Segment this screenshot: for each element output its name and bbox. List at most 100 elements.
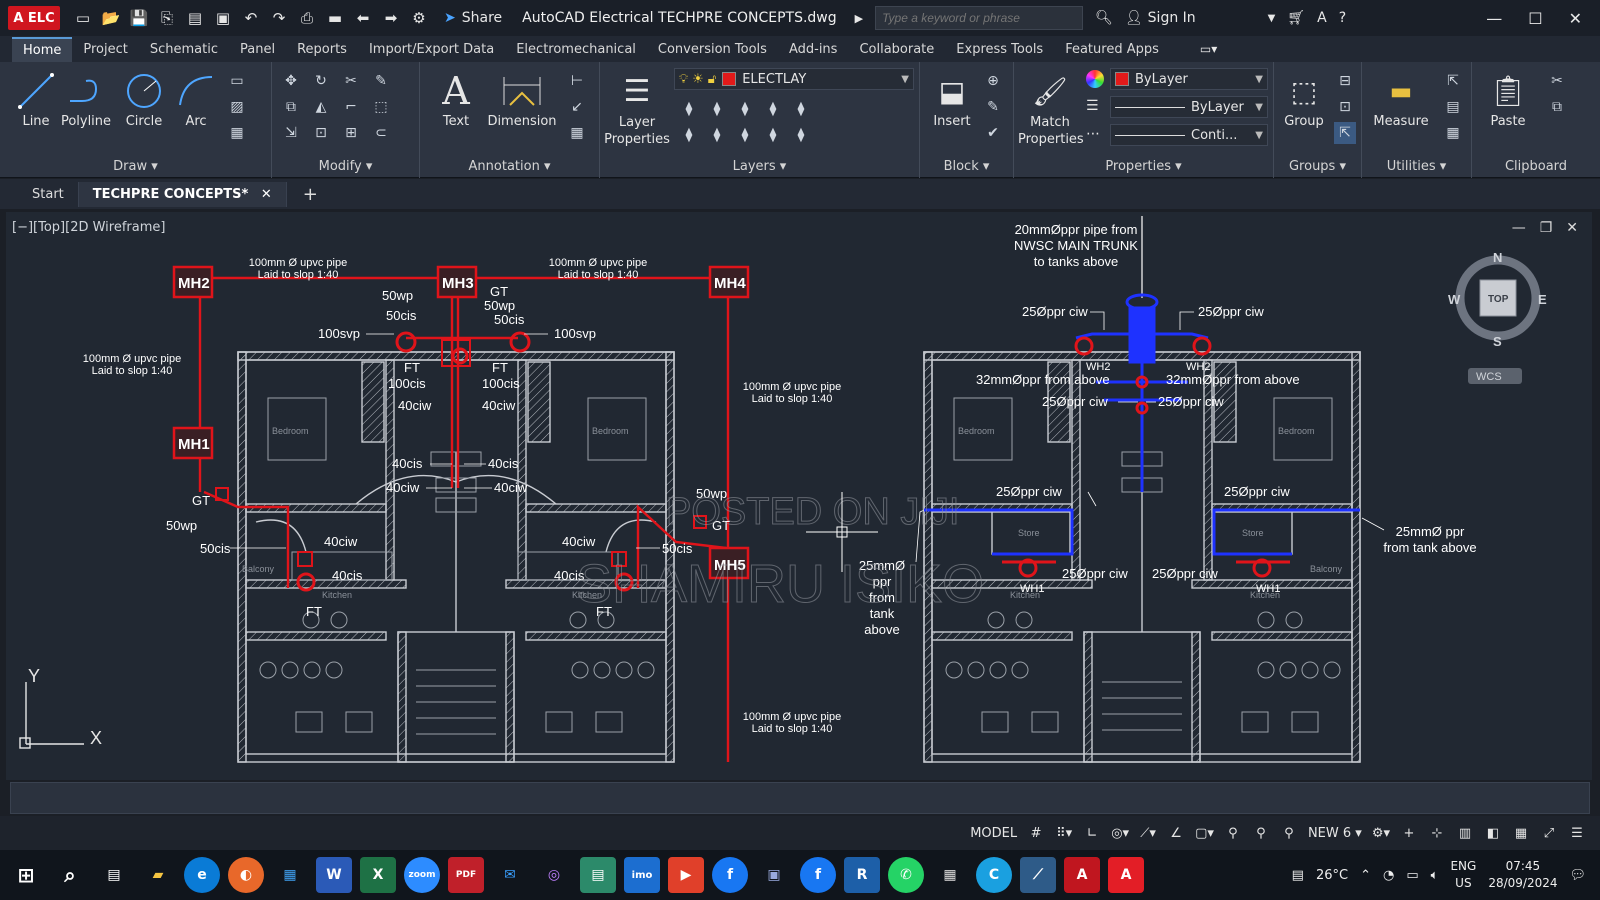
tab-add-ins[interactable]: Add-ins [778,38,848,61]
annotation-panel-title[interactable]: Annotation ▾ [420,159,599,174]
tab-collaborate[interactable]: Collaborate [848,38,945,61]
notifications-icon[interactable]: 💬︎ [1569,868,1586,883]
layers-panel-title[interactable]: Layers ▾ [600,159,919,174]
manhole-mh3[interactable]: MH3 [436,265,478,299]
groups-panel-title[interactable]: Groups ▾ [1274,159,1361,174]
linear-dim-icon[interactable]: ⊢ [566,70,588,92]
linetype-icon[interactable]: ⋯ [1086,126,1100,142]
network-app-icon[interactable]: ▣ [756,857,792,893]
mirror-icon[interactable]: ◭ [310,96,332,118]
dimension-button[interactable]: Dimension [482,68,562,129]
tab-home[interactable]: Home [12,36,73,62]
erase-icon[interactable]: ✎ [370,70,392,92]
match-properties-button[interactable]: 🖌︎ Match Properties [1018,68,1084,148]
ribbon-toggle-icon[interactable]: ▭▾ [1200,42,1217,56]
block-attr-icon[interactable]: ✔ [982,122,1004,144]
explode-icon[interactable]: ⬚ [370,96,392,118]
manhole-mh1[interactable]: MH1 [172,426,214,460]
drawing-canvas[interactable]: [−][Top][2D Wireframe] — ❐ ✕ Bedroom Bed… [6,212,1592,780]
help-icon[interactable]: ? [1339,10,1346,26]
command-line[interactable] [10,782,1590,814]
utilities-panel-title[interactable]: Utilities ▾ [1362,159,1471,174]
offset-icon[interactable]: ⊂ [370,122,392,144]
minimize-icon[interactable]: — [1486,9,1502,28]
game-icon[interactable]: ◎ [536,857,572,893]
annotation-scale-icon[interactable]: ⚲ [1280,826,1298,841]
viewcube-top-face[interactable]: TOP [1488,294,1509,305]
chevron-down-icon[interactable]: ▼ [1268,13,1276,24]
whatsapp-icon[interactable]: ✆ [888,857,924,893]
tab-import-export[interactable]: Import/Export Data [358,38,505,61]
close-tab-icon[interactable]: ✕ [261,187,272,202]
firefox-icon[interactable]: ◐ [228,857,264,893]
windows-start-icon[interactable]: ⊞ [8,857,44,893]
tab-panel[interactable]: Panel [229,38,286,61]
redo-icon[interactable]: ↷ [268,7,290,29]
tab-express-tools[interactable]: Express Tools [945,38,1054,61]
tab-project[interactable]: Project [72,38,138,61]
copy-icon[interactable]: ⧉ [280,96,302,118]
wcs-menu[interactable]: WCS [1476,371,1502,383]
customize-icon[interactable]: ☰ [1568,826,1586,841]
trim-icon[interactable]: ✂ [340,70,362,92]
arrow-right-icon[interactable]: ▶ [855,12,863,25]
store-icon[interactable]: ▦ [272,857,308,893]
calculator-taskbar-icon[interactable]: ▦ [932,857,968,893]
folder-icon[interactable]: ▬ [324,7,346,29]
edge-icon[interactable]: e [184,857,220,893]
model-space-button[interactable]: MODEL [970,826,1017,841]
annotation-scale-dropdown[interactable]: NEW 6 ▾ [1308,826,1362,841]
network-icon[interactable]: ◔ [1383,868,1394,883]
layer-unlock-icon[interactable]: ⧫ [762,124,784,146]
group-select-icon[interactable]: ⇱ [1334,122,1356,144]
polar-icon[interactable]: ◎▾ [1111,826,1129,841]
table-icon[interactable]: ▦ [566,122,588,144]
layer-unisolate-icon[interactable]: ⧫ [706,124,728,146]
grid-icon[interactable]: # [1027,826,1045,841]
block-panel-title[interactable]: Block ▾ [920,159,1013,174]
isolate-icon[interactable]: ◧ [1484,826,1502,841]
layer-freeze-icon[interactable]: ⧫ [734,98,756,120]
text-button[interactable]: A Text [428,68,484,129]
cart-icon[interactable]: 🛒︎ [1287,10,1305,26]
imo-icon[interactable]: imo [624,857,660,893]
measure-button[interactable]: ▬ Measure [1368,68,1434,129]
autodesk-icon[interactable]: A [1317,10,1327,26]
hardware-accel-icon[interactable]: ▥ [1456,826,1474,841]
search-taskbar-icon[interactable]: ⌕ [52,857,88,893]
viewcube-west[interactable]: W [1448,292,1461,307]
back-icon[interactable]: ⬅ [352,7,374,29]
tab-reports[interactable]: Reports [286,38,358,61]
autocad-electrical-icon[interactable]: A [1064,857,1100,893]
region-icon[interactable]: ▦ [226,122,248,144]
insert-button[interactable]: ⬓ Insert [924,68,980,130]
tab-schematic[interactable]: Schematic [139,38,229,61]
layer-lock-icon[interactable]: ⧫ [762,98,784,120]
scale-icon[interactable]: ⊡ [310,122,332,144]
facebook-2-icon[interactable]: f [800,857,836,893]
revit-icon[interactable]: R [844,857,880,893]
sign-in-button[interactable]: 👤︎ Sign In [1125,10,1196,26]
select-all-icon[interactable]: ▤ [1442,96,1464,118]
maximize-icon[interactable]: ☐ [1528,9,1542,28]
hatch-icon[interactable]: ▨ [226,96,248,118]
ucs-icon[interactable]: X Y [19,666,102,749]
rotate-icon[interactable]: ↻ [310,70,332,92]
polyline-button[interactable]: Polyline [56,68,116,129]
edit-block-icon[interactable]: ✎ [982,96,1004,118]
object-snap-icon[interactable]: ▢▾ [1195,826,1214,841]
calculator-icon[interactable]: ▦ [1442,122,1464,144]
workspace-icon[interactable]: ⚙ [408,7,430,29]
manhole-mh2[interactable]: MH2 [172,265,214,299]
print-preview-icon[interactable]: ▣ [212,7,234,29]
leader-icon[interactable]: ↙ [566,96,588,118]
clean-screen-icon[interactable]: ⤢ [1540,826,1558,841]
draw-panel-title[interactable]: Draw ▾ [0,159,271,174]
color-dropdown[interactable]: ByLayer ▼ [1110,68,1268,90]
publish-icon[interactable]: ▤ [184,7,206,29]
plot-icon[interactable]: ⎙ [296,7,318,29]
zoom-icon[interactable]: zoom [404,857,440,893]
color-wheel-icon[interactable] [1086,70,1104,88]
layer-off-icon[interactable]: ⧫ [678,98,700,120]
layer-properties-button[interactable]: ☰ Layer Properties [604,68,670,148]
